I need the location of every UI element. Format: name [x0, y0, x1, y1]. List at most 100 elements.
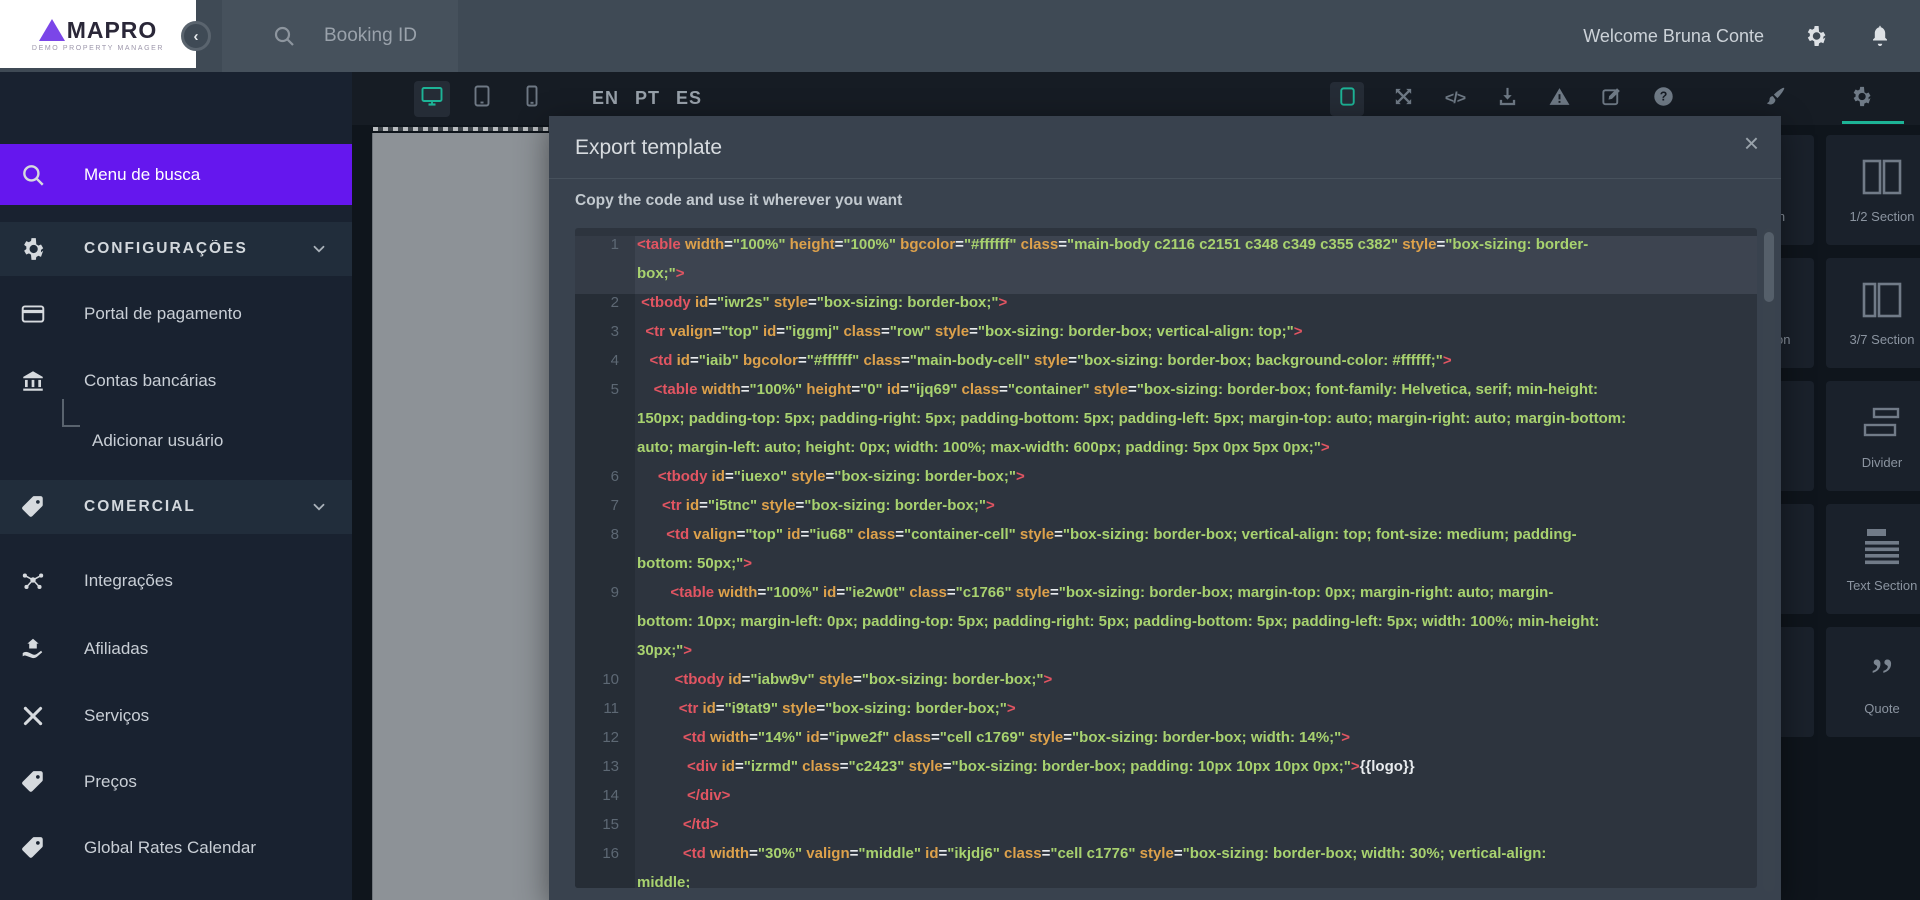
- sidebar-item-afiliadas[interactable]: Afiliadas: [0, 621, 352, 677]
- sidebar-item-global-rates-calendar[interactable]: Global Rates Calendar: [0, 820, 352, 876]
- sidebar-item-label: Menu de busca: [84, 165, 312, 185]
- sidebar-collapse-button[interactable]: ‹: [181, 21, 211, 51]
- code-row[interactable]: 1<table width="100%" height="100%" bgcol…: [575, 236, 1757, 265]
- style-manager-tab[interactable]: [1762, 86, 1788, 112]
- question-circle-icon: ?: [1652, 85, 1675, 113]
- code-line-text: <div id="izrmd" class="c2423" style="box…: [635, 758, 1757, 787]
- scrollbar-thumb[interactable]: [1764, 232, 1774, 302]
- sidebar-item-portal-de-pagamento[interactable]: Portal de pagamento: [0, 286, 352, 342]
- sidebar-item-menu-de-busca[interactable]: Menu de busca: [0, 144, 352, 205]
- import-template-button[interactable]: [1494, 86, 1520, 112]
- lang-tab-pt[interactable]: PT: [635, 88, 660, 109]
- code-row[interactable]: 11 <tr id="i9tat9" style="box-sizing: bo…: [575, 700, 1757, 729]
- line-number: 12: [575, 729, 635, 758]
- code-row[interactable]: 8 <td valign="top" id="iu68" class="cont…: [575, 526, 1757, 555]
- code-row[interactable]: 30px;">: [575, 642, 1757, 671]
- code-row[interactable]: 15 </td>: [575, 816, 1757, 845]
- fullscreen-button[interactable]: [1390, 86, 1416, 112]
- block-1-2-section[interactable]: 1/2 Section: [1826, 135, 1920, 245]
- help-button[interactable]: ?: [1650, 86, 1676, 112]
- sidebar-item-integra-es[interactable]: Integrações: [0, 553, 352, 609]
- device-mobile-button[interactable]: [514, 81, 550, 117]
- sec-37-icon: [1860, 277, 1904, 323]
- code-line-text: auto; margin-left: auto; height: 0px; wi…: [635, 439, 1757, 468]
- settings-tab[interactable]: [1848, 86, 1874, 112]
- code-row[interactable]: 4 <td id="iaib" bgcolor="#ffffff" class=…: [575, 352, 1757, 381]
- line-number: [575, 410, 635, 439]
- code-row[interactable]: 14 </div>: [575, 787, 1757, 816]
- settings-gear-icon[interactable]: [1804, 24, 1828, 48]
- line-number: [575, 642, 635, 671]
- code-row[interactable]: 16 <td width="30%" valign="middle" id="i…: [575, 845, 1757, 874]
- code-row[interactable]: 7 <tr id="i5tnc" style="box-sizing: bord…: [575, 497, 1757, 526]
- sidebar-item-label: CONFIGURAÇÕES: [84, 240, 312, 258]
- welcome-text: Welcome Bruna Conte: [1583, 26, 1764, 47]
- code-line-text: <table width="100%" height="0" id="ijq69…: [635, 381, 1757, 410]
- tablet-icon: [470, 84, 494, 113]
- block-text-section[interactable]: Text Section: [1826, 504, 1920, 614]
- code-line-text: <td id="iaib" bgcolor="#ffffff" class="m…: [635, 352, 1757, 381]
- lang-tab-en[interactable]: EN: [592, 88, 619, 109]
- line-number: 14: [575, 787, 635, 816]
- line-number: 2: [575, 294, 635, 323]
- sidebar-item-pre-os[interactable]: Preços: [0, 754, 352, 810]
- quote-block-icon: ”: [1870, 646, 1893, 692]
- code-row[interactable]: box;">: [575, 265, 1757, 294]
- bank-icon: [20, 368, 46, 394]
- code-row[interactable]: 5 <table width="100%" height="0" id="ijq…: [575, 381, 1757, 410]
- block-divider[interactable]: Divider: [1826, 381, 1920, 491]
- sidebar-item-comercial[interactable]: COMERCIAL: [0, 480, 352, 534]
- code-line-text: 30px;">: [635, 642, 1757, 671]
- app-logo[interactable]: MAPRO DEMO PROPERTY MANAGER: [0, 0, 196, 68]
- code-line-text: <tr id="i5tnc" style="box-sizing: border…: [635, 497, 1757, 526]
- edit-template-button[interactable]: [1598, 86, 1624, 112]
- code-row[interactable]: bottom: 10px; margin-left: 0px; padding-…: [575, 613, 1757, 642]
- modal-divider: [549, 178, 1781, 179]
- block-label: 1/2 Section: [1836, 209, 1920, 226]
- credit-card-icon: [20, 301, 46, 327]
- device-desktop-button[interactable]: [414, 81, 450, 117]
- code-row[interactable]: 3 <tr valign="top" id="iggmj" class="row…: [575, 323, 1757, 352]
- export-code-editor[interactable]: 1<table width="100%" height="100%" bgcol…: [575, 228, 1757, 888]
- booking-search[interactable]: Booking ID: [222, 0, 458, 72]
- network-icon: [20, 568, 46, 594]
- code-line-text: <tr valign="top" id="iggmj" class="row" …: [635, 323, 1757, 352]
- sidebar-item-contas-banc-rias[interactable]: Contas bancárias: [0, 353, 352, 409]
- code-line-text: <table width="100%" id="ie2w0t" class="c…: [635, 584, 1757, 613]
- block-quote[interactable]: ”Quote: [1826, 627, 1920, 737]
- block-label: Text Section: [1836, 578, 1920, 595]
- code-row[interactable]: middle;: [575, 874, 1757, 888]
- code-row[interactable]: 6 <tbody id="iuexo" style="box-sizing: b…: [575, 468, 1757, 497]
- close-icon[interactable]: ×: [1744, 128, 1759, 159]
- code-row[interactable]: 13 <div id="izrmd" class="c2423" style="…: [575, 758, 1757, 787]
- sidebar-item-configura-es[interactable]: CONFIGURAÇÕES: [0, 222, 352, 276]
- lang-tab-es[interactable]: ES: [676, 88, 702, 109]
- sidebar-item-servi-os[interactable]: Serviços: [0, 688, 352, 744]
- block-3-7-section[interactable]: 3/7 Section: [1826, 258, 1920, 368]
- download-icon: [1496, 85, 1519, 113]
- code-row[interactable]: auto; margin-left: auto; height: 0px; wi…: [575, 439, 1757, 468]
- search-icon: [20, 162, 46, 188]
- code-row[interactable]: bottom: 50px;">: [575, 555, 1757, 584]
- line-number: 3: [575, 323, 635, 352]
- code-row[interactable]: 9 <table width="100%" id="ie2w0t" class=…: [575, 584, 1757, 613]
- sidebar-item-promo-es[interactable]: %Promoções: [0, 888, 352, 900]
- code-row[interactable]: 2 <tbody id="iwr2s" style="box-sizing: b…: [575, 294, 1757, 323]
- notifications-bell-icon[interactable]: [1868, 24, 1892, 48]
- sidebar-item-label: Global Rates Calendar: [84, 838, 312, 858]
- sidebar-item-label: Serviços: [84, 706, 312, 726]
- code-row[interactable]: 150px; padding-top: 5px; padding-right: …: [575, 410, 1757, 439]
- device-tablet-button[interactable]: [464, 81, 500, 117]
- view-code-button[interactable]: </>: [1442, 86, 1468, 112]
- clear-canvas-button[interactable]: [1546, 86, 1572, 112]
- toggle-borders-button[interactable]: [1330, 82, 1364, 116]
- code-line-text: <tr id="i9tat9" style="box-sizing: borde…: [635, 700, 1757, 729]
- line-number: [575, 613, 635, 642]
- code-line-text: <tbody id="iabw9v" style="box-sizing: bo…: [635, 671, 1757, 700]
- modal-scrollbar[interactable]: [1763, 228, 1775, 892]
- line-number: 6: [575, 468, 635, 497]
- code-row[interactable]: 12 <td width="14%" id="ipwe2f" class="ce…: [575, 729, 1757, 758]
- gear-icon: [20, 236, 46, 262]
- code-row[interactable]: 10 <tbody id="iabw9v" style="box-sizing:…: [575, 671, 1757, 700]
- sidebar-item-adicionar-usu-rio[interactable]: Adicionar usuário: [0, 413, 352, 469]
